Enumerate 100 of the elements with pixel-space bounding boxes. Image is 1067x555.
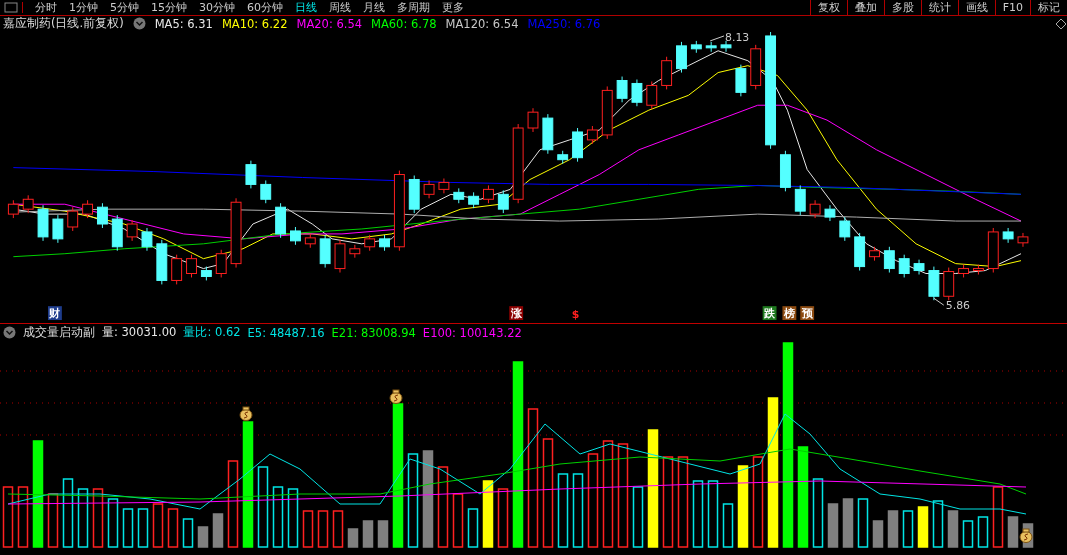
volume-bar <box>197 526 209 548</box>
event-marker[interactable]: 跌 <box>762 306 777 321</box>
candlestick <box>7 199 19 219</box>
period-tab[interactable]: 1分钟 <box>69 0 98 15</box>
volume-bar <box>632 486 644 548</box>
candlestick <box>690 40 702 54</box>
event-marker[interactable]: 预 <box>800 306 815 321</box>
candlestick <box>824 204 836 222</box>
candlestick <box>22 194 34 214</box>
period-tab[interactable]: 30分钟 <box>199 0 235 15</box>
candlestick <box>349 244 361 259</box>
event-marker[interactable]: $ <box>571 308 580 322</box>
indicator-value: E5: 48487.16 <box>247 325 325 340</box>
candlestick <box>705 41 717 53</box>
candlestick <box>809 199 821 219</box>
dropdown-icon[interactable] <box>132 17 146 30</box>
volume-bar <box>932 500 944 548</box>
leader-line <box>933 297 945 306</box>
candlestick <box>438 178 450 194</box>
indicator-title: 成交量启动副 <box>23 325 95 340</box>
candlestick <box>869 246 880 262</box>
volume-bar <box>887 510 899 548</box>
period-tab[interactable]: 月线 <box>363 0 385 15</box>
volume-bar <box>122 508 134 548</box>
event-marker[interactable]: 涨 <box>509 306 524 321</box>
period-tab[interactable]: 多周期 <box>397 0 430 15</box>
candlestick <box>364 234 376 252</box>
volume-bar <box>467 508 479 548</box>
candlestick <box>260 179 272 204</box>
candlestick <box>943 267 955 301</box>
candlestick <box>186 254 197 278</box>
candlestick <box>973 264 984 275</box>
volume-bar <box>47 493 59 548</box>
volume-bar <box>317 510 329 548</box>
candlestick <box>408 175 420 214</box>
candlestick <box>750 44 762 90</box>
money-bag-icon <box>239 406 253 421</box>
volume-bar <box>152 503 164 548</box>
volume-bar <box>977 516 989 548</box>
candlestick <box>483 184 494 204</box>
candlestick <box>275 202 287 239</box>
volume-bar <box>902 510 914 548</box>
candlestick <box>304 233 316 249</box>
candlestick <box>586 125 598 145</box>
volume-bar <box>362 520 374 548</box>
volume-bar <box>827 503 839 548</box>
candlestick <box>230 197 242 269</box>
candlestick <box>898 254 910 278</box>
volume-bar <box>167 508 179 548</box>
volume-bar <box>917 506 929 548</box>
volume-bar <box>872 520 884 548</box>
period-tab[interactable]: 15分钟 <box>151 0 187 15</box>
candlestick <box>779 150 791 192</box>
candlestick <box>720 40 732 53</box>
candlestick <box>557 150 569 165</box>
candlestick <box>245 160 257 189</box>
volume-bar <box>92 488 104 548</box>
candlestick <box>453 187 465 204</box>
volume-bar <box>182 518 194 548</box>
volume-bar <box>692 480 704 548</box>
period-tab[interactable]: 日线 <box>295 0 317 15</box>
dropdown-icon[interactable] <box>3 326 16 339</box>
period-tab[interactable]: 5分钟 <box>110 0 139 15</box>
volume-bar <box>992 486 1004 548</box>
event-marker[interactable]: 榜 <box>782 306 797 321</box>
volume-bar <box>1007 516 1019 548</box>
candlestick <box>542 113 554 155</box>
indicator-value: MA120: 6.54 <box>445 16 519 31</box>
volume-bar <box>107 498 119 548</box>
period-tab[interactable]: 分时 <box>35 0 57 15</box>
candlestick <box>200 266 212 281</box>
candlestick <box>631 79 643 107</box>
high-price-label: 8.13 <box>725 31 750 44</box>
candlestick <box>839 216 851 242</box>
candlestick <box>141 227 153 252</box>
diamond-icon[interactable] <box>1055 17 1067 30</box>
candlestick <box>37 204 49 242</box>
candlestick <box>82 199 94 219</box>
indicator-value: MA5: 6.31 <box>154 16 213 31</box>
period-tab[interactable]: 更多 <box>442 0 464 15</box>
candlestick <box>735 64 747 97</box>
event-marker[interactable]: 财 <box>48 306 62 321</box>
volume-bar <box>17 486 29 548</box>
candlestick <box>676 41 687 74</box>
candlestick <box>171 254 183 285</box>
candlestick <box>854 232 866 272</box>
candlestick <box>497 189 509 214</box>
candlestick <box>423 179 435 199</box>
candlestick <box>379 234 390 252</box>
volume-bar <box>272 486 284 548</box>
candlestick <box>987 227 999 273</box>
volume-bar <box>482 480 494 548</box>
period-tab[interactable]: 周线 <box>329 0 351 15</box>
indicator-value: MA250: 6.76 <box>527 16 601 31</box>
period-tab[interactable]: 60分钟 <box>247 0 283 15</box>
money-bag-icon <box>389 389 403 404</box>
candlestick <box>111 214 123 252</box>
candlestick <box>215 249 227 278</box>
stock-title: 嘉应制药(日线.前复权) <box>3 16 124 31</box>
candlestick <box>646 81 658 110</box>
